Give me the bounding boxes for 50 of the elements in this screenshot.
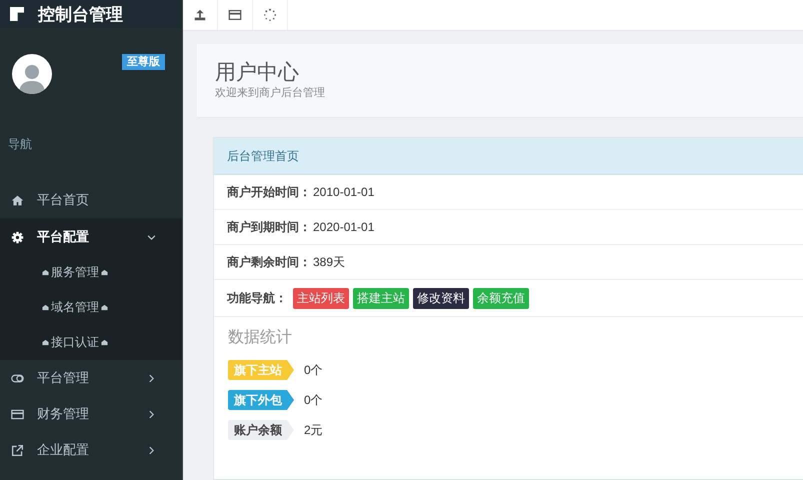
field-value: 389天: [313, 254, 346, 270]
nav-button[interactable]: 修改资料: [413, 288, 469, 308]
section-title: 数据统计: [227, 328, 293, 348]
nav-button[interactable]: 主站列表: [293, 288, 349, 308]
spinner-icon: [263, 8, 277, 22]
bullet-icon: [101, 339, 108, 346]
field-label: 商户开始时间：: [227, 184, 311, 200]
field-value: 2020-01-01: [313, 220, 374, 234]
settings-icon: [11, 230, 24, 244]
bullet-icon: [101, 269, 108, 276]
chevron-right-icon: [147, 374, 156, 382]
stat-tag: 账户余额: [228, 420, 294, 440]
field-value: 2010-01-01: [313, 185, 374, 199]
stat-tag: 旗下主站: [228, 360, 294, 380]
nav-label: 功能导航：: [227, 290, 287, 306]
card-icon: [228, 8, 242, 22]
page-title: 用户中心: [215, 61, 300, 85]
submenu-item[interactable]: 域名管理: [0, 290, 182, 325]
stat-tag: 旗下外包: [228, 390, 294, 410]
app-title: 控制台管理: [38, 4, 123, 26]
bullet-icon: [42, 269, 49, 276]
bullet-icon: [101, 304, 108, 311]
menu-item[interactable]: 平台配置: [0, 219, 182, 255]
nav-header: 导航: [7, 136, 33, 153]
field-label: 商户剩余时间：: [227, 254, 311, 270]
bullet-icon: [42, 304, 49, 311]
chevron-right-icon: [147, 446, 156, 454]
chevron-down-icon: [147, 232, 156, 242]
submenu-item[interactable]: 服务管理: [0, 255, 182, 290]
menu-item[interactable]: 企业配置: [0, 432, 182, 468]
chevron-right-icon: [147, 410, 156, 418]
external-link-icon: [11, 444, 24, 456]
menu-item[interactable]: 平台管理: [0, 360, 182, 396]
page-subtitle: 欢迎来到商户后台管理: [215, 86, 326, 100]
card-icon: [11, 408, 24, 420]
stat-value: 0个: [304, 362, 323, 378]
menu-item[interactable]: 平台首页: [0, 182, 182, 218]
bullet-icon: [42, 339, 49, 346]
toggle-icon: [11, 372, 24, 384]
logo-icon: [10, 7, 24, 21]
stat-value: 0个: [304, 392, 323, 408]
stat-value: 2元: [304, 422, 323, 438]
field-label: 商户到期时间：: [227, 218, 311, 236]
menu-item[interactable]: 财务管理: [0, 396, 182, 432]
submenu-item[interactable]: 接口认证: [0, 325, 182, 360]
home-icon: [11, 194, 24, 206]
upload-icon: [193, 8, 207, 22]
version-badge: 至尊版: [122, 54, 165, 70]
panel-heading: 后台管理首页: [214, 138, 803, 175]
user-avatar: [12, 54, 52, 94]
